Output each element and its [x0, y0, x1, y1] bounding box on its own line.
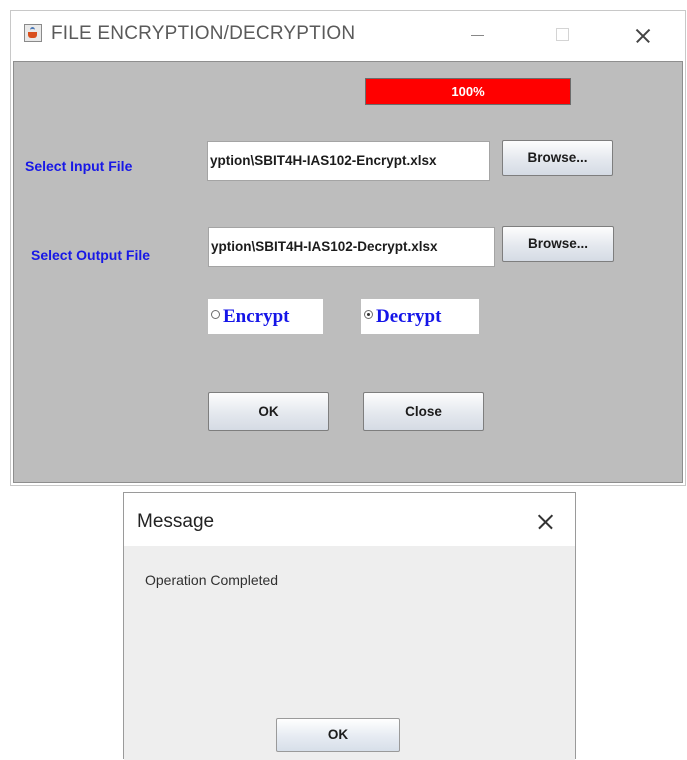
- maximize-button[interactable]: [540, 19, 586, 53]
- dialog-message: Operation Completed: [145, 572, 279, 588]
- radio-circle-icon: [364, 310, 373, 319]
- window-title: FILE ENCRYPTION/DECRYPTION: [51, 23, 356, 44]
- input-file-field[interactable]: yption\SBIT4H-IAS102-Encrypt.xlsx: [207, 141, 490, 181]
- radio-circle-icon: [211, 310, 220, 319]
- output-file-field[interactable]: yption\SBIT4H-IAS102-Decrypt.xlsx: [208, 227, 495, 267]
- close-button[interactable]: Close: [363, 392, 484, 431]
- input-file-label: Select Input File: [25, 158, 133, 174]
- decrypt-radio-label: Decrypt: [376, 306, 442, 327]
- output-browse-button[interactable]: Browse...: [502, 226, 614, 262]
- close-window-button[interactable]: [623, 19, 669, 53]
- main-window: FILE ENCRYPTION/DECRYPTION 100% Select I…: [10, 10, 686, 486]
- progress-text: 100%: [451, 84, 485, 99]
- encrypt-radio[interactable]: Encrypt: [208, 299, 323, 334]
- title-bar[interactable]: FILE ENCRYPTION/DECRYPTION: [11, 11, 685, 61]
- dialog-close-button[interactable]: [530, 507, 560, 537]
- decrypt-radio[interactable]: Decrypt: [361, 299, 479, 334]
- input-browse-button[interactable]: Browse...: [502, 140, 613, 176]
- java-cup-icon: [24, 24, 42, 42]
- encrypt-radio-label: Encrypt: [223, 306, 290, 327]
- content-panel: 100% Select Input File yption\SBIT4H-IAS…: [13, 61, 683, 483]
- dialog-ok-button[interactable]: OK: [276, 718, 400, 752]
- output-file-label: Select Output File: [31, 247, 151, 263]
- minimize-button[interactable]: [454, 19, 500, 53]
- dialog-body: Operation Completed OK: [124, 546, 575, 760]
- message-dialog: Message Operation Completed OK: [123, 492, 576, 760]
- dialog-title: Message: [137, 511, 215, 532]
- ok-button[interactable]: OK: [208, 392, 329, 431]
- progress-bar: 100%: [365, 78, 571, 105]
